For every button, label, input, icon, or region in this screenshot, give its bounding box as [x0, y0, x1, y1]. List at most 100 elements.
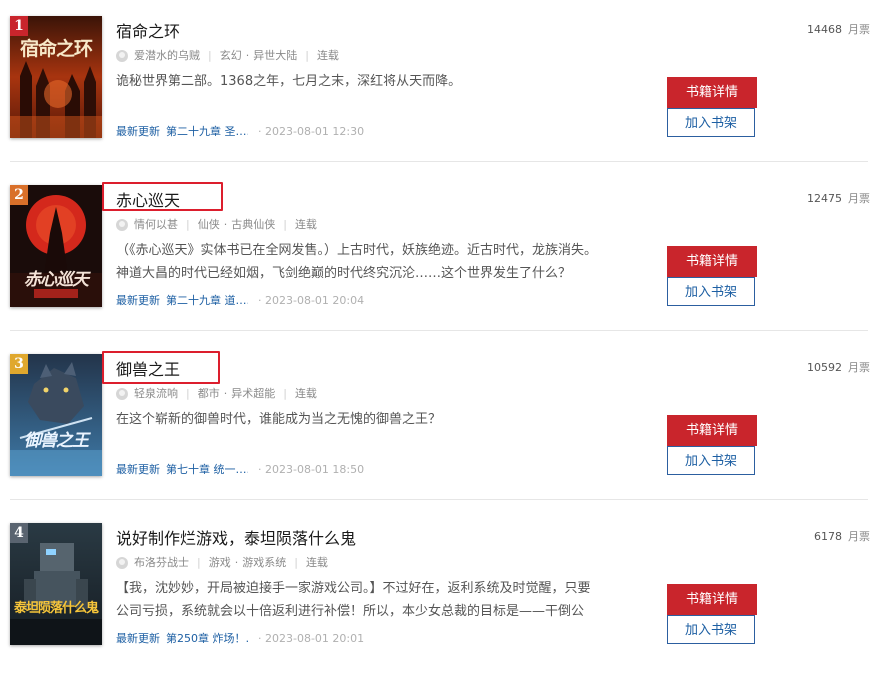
latest-update: 最新更新 第二十九章 圣…… · 2023-08-01 12:30 — [116, 124, 364, 140]
meta-divider: | — [283, 387, 287, 400]
add-to-shelf-button[interactable]: 加入书架 — [667, 446, 755, 475]
update-label[interactable]: 最新更新 — [116, 631, 160, 647]
author-link[interactable]: 情何以甚 — [134, 217, 178, 233]
book-meta: 爱潜水的乌贼 | 玄幻 · 异世大陆 | 连载 — [116, 48, 339, 64]
author-link[interactable]: 爱潜水的乌贼 — [134, 48, 200, 64]
update-time: · 2023-08-01 20:04 — [258, 294, 365, 307]
author-avatar — [116, 50, 128, 62]
book-meta: 情何以甚 | 仙侠 · 古典仙侠 | 连载 — [116, 217, 317, 233]
meta-divider: | — [208, 49, 212, 62]
votes-count: 12475 — [807, 192, 842, 205]
row-divider — [10, 499, 868, 500]
subgenre-link[interactable]: 游戏系统 — [242, 555, 286, 571]
votes-count: 10592 — [807, 361, 842, 374]
row-divider — [10, 161, 868, 162]
votes-count: 6178 — [814, 530, 842, 543]
add-to-shelf-button[interactable]: 加入书架 — [667, 108, 755, 137]
rank-number: 4 — [14, 525, 24, 541]
votes-count: 14468 — [807, 23, 842, 36]
cover-title: 御兽之王 — [24, 431, 89, 451]
author-avatar — [116, 219, 128, 231]
book-item: 赤心巡天 2 赤心巡天 情何以甚 | 仙侠 · 古典仙侠 | 连载 （《赤心巡天… — [0, 182, 892, 354]
meta-divider: | — [305, 49, 309, 62]
genre-link[interactable]: 都市 — [198, 386, 220, 402]
book-detail-button[interactable]: 书籍详情 — [667, 415, 757, 446]
book-intro: 在这个崭新的御兽时代，谁能成为当之无愧的御兽之王？ — [116, 412, 442, 427]
cover-title: 泰坦陨落什么鬼 — [14, 601, 99, 616]
book-cover[interactable]: 御兽之王 3 — [10, 354, 102, 476]
book-cover[interactable]: 泰坦陨落什么鬼 4 — [10, 523, 102, 645]
author-avatar — [116, 557, 128, 569]
rank-badge: 3 — [10, 354, 28, 374]
monthly-votes: 12475 月票 — [807, 191, 870, 207]
ranking-list: 宿命之环 1 宿命之环 爱潜水的乌贼 | 玄幻 · 异世大陆 | 连载 诡秘世界… — [0, 0, 892, 669]
monthly-votes: 6178 月票 — [814, 529, 870, 545]
latest-chapter-link[interactable]: 第250章 炸场！…… — [166, 631, 248, 647]
book-intro: （《赤心巡天》实体书已在全网发售。）上古时代，妖族绝迹。近古时代，龙族消失。神道… — [116, 243, 598, 281]
book-title[interactable]: 赤心巡天 — [116, 191, 180, 211]
meta-divider: | — [186, 387, 190, 400]
book-status: 连载 — [305, 556, 328, 569]
latest-update: 最新更新 第二十九章 道…… · 2023-08-01 20:04 — [116, 293, 364, 309]
update-time: · 2023-08-01 18:50 — [258, 463, 365, 476]
book-meta: 轻泉流响 | 都市 · 异术超能 | 连载 — [116, 386, 317, 402]
book-meta: 布洛芬战士 | 游戏 · 游戏系统 | 连载 — [116, 555, 328, 571]
meta-dot: · — [223, 218, 228, 231]
rank-badge: 1 — [10, 16, 28, 36]
votes-unit: 月票 — [848, 192, 870, 205]
rank-number: 2 — [14, 187, 24, 203]
meta-divider: | — [186, 218, 190, 231]
subgenre-link[interactable]: 异术超能 — [231, 386, 275, 402]
latest-chapter-link[interactable]: 第二十九章 道…… — [166, 293, 248, 309]
rank-number: 1 — [14, 18, 24, 34]
monthly-votes: 10592 月票 — [807, 360, 870, 376]
book-detail-button[interactable]: 书籍详情 — [667, 246, 757, 277]
book-cover[interactable]: 赤心巡天 2 — [10, 185, 102, 307]
meta-dot: · — [223, 387, 228, 400]
meta-divider: | — [197, 556, 201, 569]
meta-dot: · — [234, 556, 239, 569]
book-title[interactable]: 说好制作烂游戏，泰坦陨落什么鬼 — [116, 529, 356, 549]
subgenre-link[interactable]: 异世大陆 — [253, 48, 297, 64]
add-to-shelf-button[interactable]: 加入书架 — [667, 277, 755, 306]
latest-chapter-link[interactable]: 第七十章 统一…… — [166, 462, 248, 478]
rank-badge: 4 — [10, 523, 28, 543]
rank-number: 3 — [14, 356, 24, 372]
update-time: · 2023-08-01 12:30 — [258, 125, 365, 138]
book-status: 连载 — [294, 218, 317, 231]
update-time: · 2023-08-01 20:01 — [258, 632, 365, 645]
latest-chapter-link[interactable]: 第二十九章 圣…… — [166, 124, 248, 140]
genre-link[interactable]: 游戏 — [209, 555, 231, 571]
book-item: 宿命之环 1 宿命之环 爱潜水的乌贼 | 玄幻 · 异世大陆 | 连载 诡秘世界… — [0, 16, 892, 185]
book-title[interactable]: 御兽之王 — [116, 360, 180, 380]
author-avatar — [116, 388, 128, 400]
subgenre-link[interactable]: 古典仙侠 — [231, 217, 275, 233]
genre-link[interactable]: 玄幻 — [220, 48, 242, 64]
book-item: 泰坦陨落什么鬼 4 说好制作烂游戏，泰坦陨落什么鬼 布洛芬战士 | 游戏 · 游… — [0, 523, 892, 692]
book-intro: 【我，沈妙妙，开局被迫接手一家游戏公司。】不过好在，返利系统及时觉醒，只要公司亏… — [116, 581, 591, 619]
update-label[interactable]: 最新更新 — [116, 124, 160, 140]
votes-unit: 月票 — [848, 361, 870, 374]
cover-title: 赤心巡天 — [24, 270, 89, 290]
latest-update: 最新更新 第250章 炸场！…… · 2023-08-01 20:01 — [116, 631, 364, 647]
author-link[interactable]: 布洛芬战士 — [134, 555, 189, 571]
rank-badge: 2 — [10, 185, 28, 205]
monthly-votes: 14468 月票 — [807, 22, 870, 38]
meta-divider: | — [294, 556, 298, 569]
update-label[interactable]: 最新更新 — [116, 462, 160, 478]
author-link[interactable]: 轻泉流响 — [134, 386, 178, 402]
genre-link[interactable]: 仙侠 — [198, 217, 220, 233]
book-detail-button[interactable]: 书籍详情 — [667, 584, 757, 615]
book-intro: 诡秘世界第二部。1368之年，七月之末，深红将从天而降。 — [116, 74, 462, 89]
update-label[interactable]: 最新更新 — [116, 293, 160, 309]
book-title[interactable]: 宿命之环 — [116, 22, 180, 42]
votes-unit: 月票 — [848, 23, 870, 36]
votes-unit: 月票 — [848, 530, 870, 543]
book-status: 连载 — [316, 49, 339, 62]
book-detail-button[interactable]: 书籍详情 — [667, 77, 757, 108]
cover-title: 宿命之环 — [19, 38, 93, 60]
book-item: 御兽之王 3 御兽之王 轻泉流响 | 都市 · 异术超能 | 连载 在这个崭新的… — [0, 351, 892, 523]
book-cover[interactable]: 宿命之环 1 — [10, 16, 102, 138]
row-divider — [10, 330, 868, 331]
add-to-shelf-button[interactable]: 加入书架 — [667, 615, 755, 644]
